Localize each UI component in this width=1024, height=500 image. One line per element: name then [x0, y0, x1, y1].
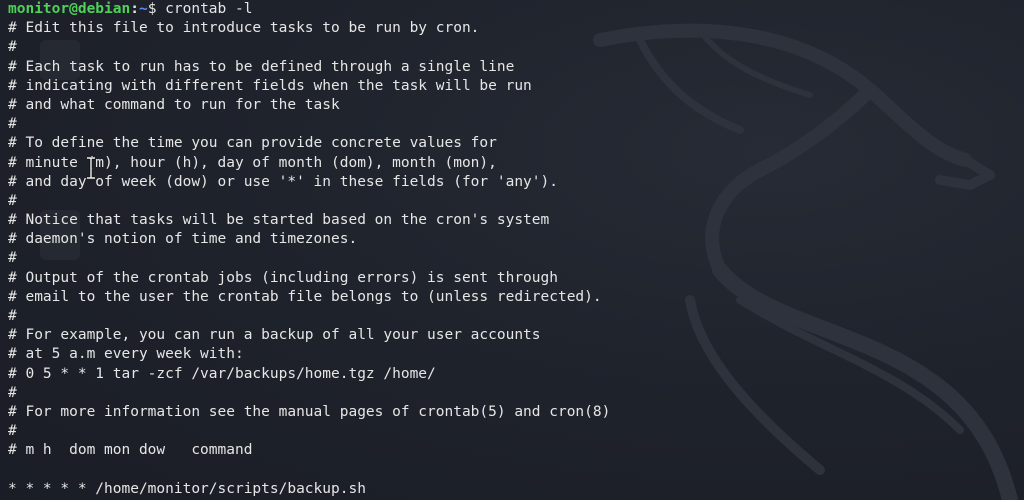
output-line: # [8, 423, 17, 440]
output-line: # [8, 250, 17, 267]
output-line: # [8, 39, 17, 56]
output-line: # daemon's notion of time and timezones. [8, 231, 358, 248]
output-line: # m h dom mon dow command [8, 442, 253, 459]
command-text: crontab -l [156, 1, 253, 17]
output-line: # minute (m), hour (h), day of month (do… [8, 154, 497, 171]
output-line: # indicating with different fields when … [8, 77, 532, 94]
prompt-separator: : [130, 1, 139, 17]
output-line: # To define the time you can provide con… [8, 135, 497, 152]
output-line: # email to the user the crontab file bel… [8, 288, 602, 305]
output-line: * * * * * /home/monitor/scripts/backup.s… [8, 480, 366, 497]
output-line: # For example, you can run a backup of a… [8, 327, 541, 344]
prompt-line: monitor@debian:~$ crontab -l [8, 0, 1024, 19]
output-line: # [8, 116, 17, 133]
output-line: # [8, 384, 17, 401]
output-line: # Edit this file to introduce tasks to b… [8, 20, 480, 37]
terminal-window[interactable]: monitor@debian:~$ crontab -l # Edit this… [0, 0, 1024, 500]
prompt-user-host: monitor@debian [8, 1, 131, 17]
output-line: # [8, 192, 17, 209]
output-line: # Each task to run has to be defined thr… [8, 58, 515, 75]
prompt-path: ~ [138, 1, 148, 17]
output-line: # at 5 a.m every week with: [8, 346, 244, 363]
output-line: # and day of week (dow) or use '*' in th… [8, 173, 558, 190]
output-line: # and what command to run for the task [8, 96, 340, 113]
terminal-output[interactable]: monitor@debian:~$ crontab -l # Edit this… [8, 0, 1024, 499]
output-line: # 0 5 * * 1 tar -zcf /var/backups/home.t… [8, 365, 436, 382]
text-cursor-icon [87, 157, 95, 179]
output-line: # Output of the crontab jobs (including … [8, 269, 558, 286]
output-line: # Notice that tasks will be started base… [8, 212, 550, 229]
output-line: # For more information see the manual pa… [8, 403, 611, 420]
output-line: # [8, 308, 17, 324]
